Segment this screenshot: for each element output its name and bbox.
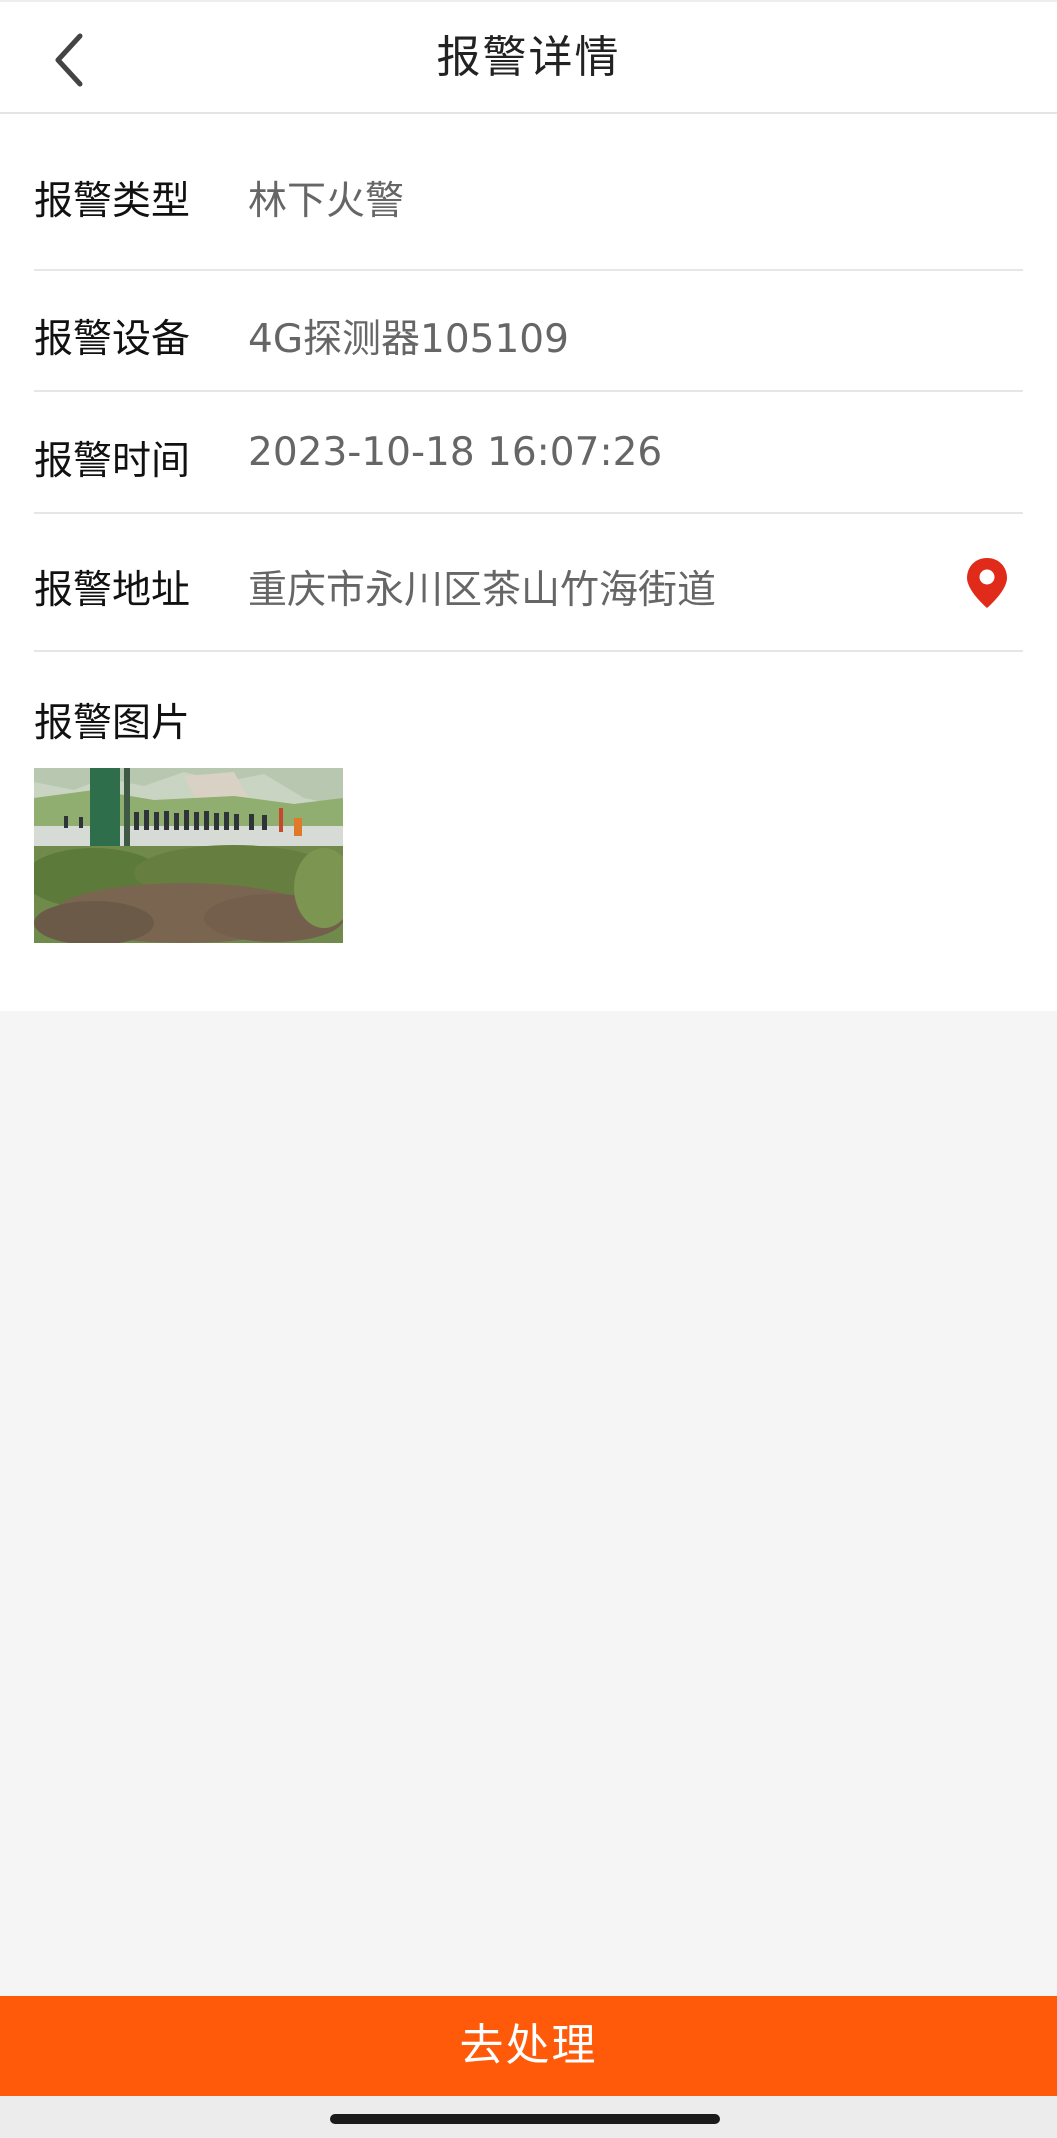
location-button[interactable] — [965, 556, 1009, 610]
page-title: 报警详情 — [436, 32, 621, 83]
alarm-address-value: 重庆市永川区茶山竹海街道 — [248, 568, 717, 613]
alarm-type-label: 报警类型 — [34, 179, 191, 224]
detail-row-alarm-type: 报警类型 林下火警 — [34, 114, 1023, 271]
location-pin-icon — [967, 558, 1007, 608]
alarm-device-label: 报警设备 — [34, 317, 191, 362]
alarm-detail-panel: 报警类型 林下火警 报警设备 4G探测器105109 报警时间 2023-10-… — [0, 114, 1057, 1011]
detail-row-alarm-device: 报警设备 4G探测器105109 — [34, 271, 1023, 392]
process-button[interactable]: 去处理 — [0, 1996, 1057, 2096]
alarm-device-value: 4G探测器105109 — [248, 317, 569, 362]
alarm-address-label: 报警地址 — [34, 568, 191, 613]
alarm-picture-label: 报警图片 — [34, 701, 191, 746]
alarm-type-value: 林下火警 — [248, 179, 405, 224]
alarm-time-value: 2023-10-18 16:07:26 — [248, 430, 663, 475]
detail-row-alarm-address: 报警地址 重庆市永川区茶山竹海街道 — [34, 514, 1023, 652]
alarm-time-label: 报警时间 — [34, 439, 191, 484]
alarm-picture-thumbnail[interactable] — [34, 768, 343, 943]
top-nav-bar: 报警详情 — [0, 0, 1057, 114]
detail-row-alarm-time: 报警时间 2023-10-18 16:07:26 — [34, 392, 1023, 514]
home-indicator[interactable] — [330, 2114, 720, 2124]
home-indicator-area — [0, 2096, 1057, 2138]
